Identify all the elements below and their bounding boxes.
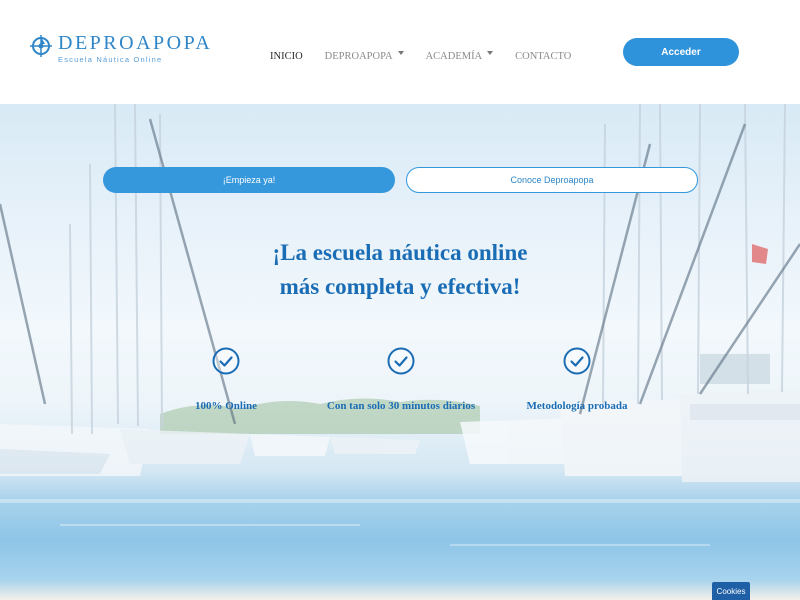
nav-item-inicio[interactable]: INICIO	[270, 51, 303, 62]
site-header: DEPROAPOPA Escuela Náutica Online INICIO…	[0, 0, 800, 104]
start-now-button[interactable]: ¡Empieza ya!	[103, 167, 395, 193]
nav-item-contacto[interactable]: CONTACTO	[515, 51, 571, 62]
nav-item-academia[interactable]: ACADEMÍA	[425, 50, 494, 62]
check-circle-icon	[387, 347, 415, 375]
headline-line-2: más completa y efectiva!	[279, 274, 521, 299]
ship-wheel-icon	[30, 35, 52, 57]
nav-item-label: INICIO	[270, 50, 303, 62]
login-button[interactable]: Acceder	[623, 38, 739, 66]
cookies-button[interactable]: Cookies	[712, 582, 750, 600]
logo-subtitle: Escuela Náutica Online	[58, 55, 163, 64]
learn-more-button[interactable]: Conoce Deproapopa	[406, 167, 698, 193]
hero-section: ¡Empieza ya! Conoce Deproapopa ¡La escue…	[0, 104, 800, 600]
feature-30-minutes: Con tan solo 30 minutos diarios	[301, 347, 501, 412]
logo-title: DEPROAPOPA	[58, 32, 213, 54]
caret-down-icon	[397, 50, 404, 55]
nav-item-label: CONTACTO	[515, 50, 572, 62]
nav-item-deproapopa[interactable]: DEPROAPOPA	[324, 50, 404, 62]
feature-proven-method: Metodología probada	[477, 347, 677, 412]
nav-item-label: DEPROAPOPA	[324, 50, 393, 62]
main-nav: INICIO DEPROAPOPA ACADEMÍA CONTACTO	[270, 49, 593, 63]
check-circle-icon	[563, 347, 591, 375]
headline-line-1: ¡La escuela náutica online	[272, 240, 528, 265]
feature-text: Con tan solo 30 minutos diarios	[326, 400, 476, 412]
feature-text: Metodología probada	[526, 400, 628, 412]
feature-text: 100% Online	[194, 400, 258, 412]
nav-item-label: ACADEMÍA	[425, 50, 483, 62]
logo[interactable]: DEPROAPOPA Escuela Náutica Online	[30, 32, 212, 66]
check-circle-icon	[212, 347, 240, 375]
caret-down-icon	[487, 50, 494, 55]
feature-online: 100% Online	[126, 347, 326, 412]
hero-headline: ¡La escuela náutica online más completa …	[0, 236, 800, 304]
